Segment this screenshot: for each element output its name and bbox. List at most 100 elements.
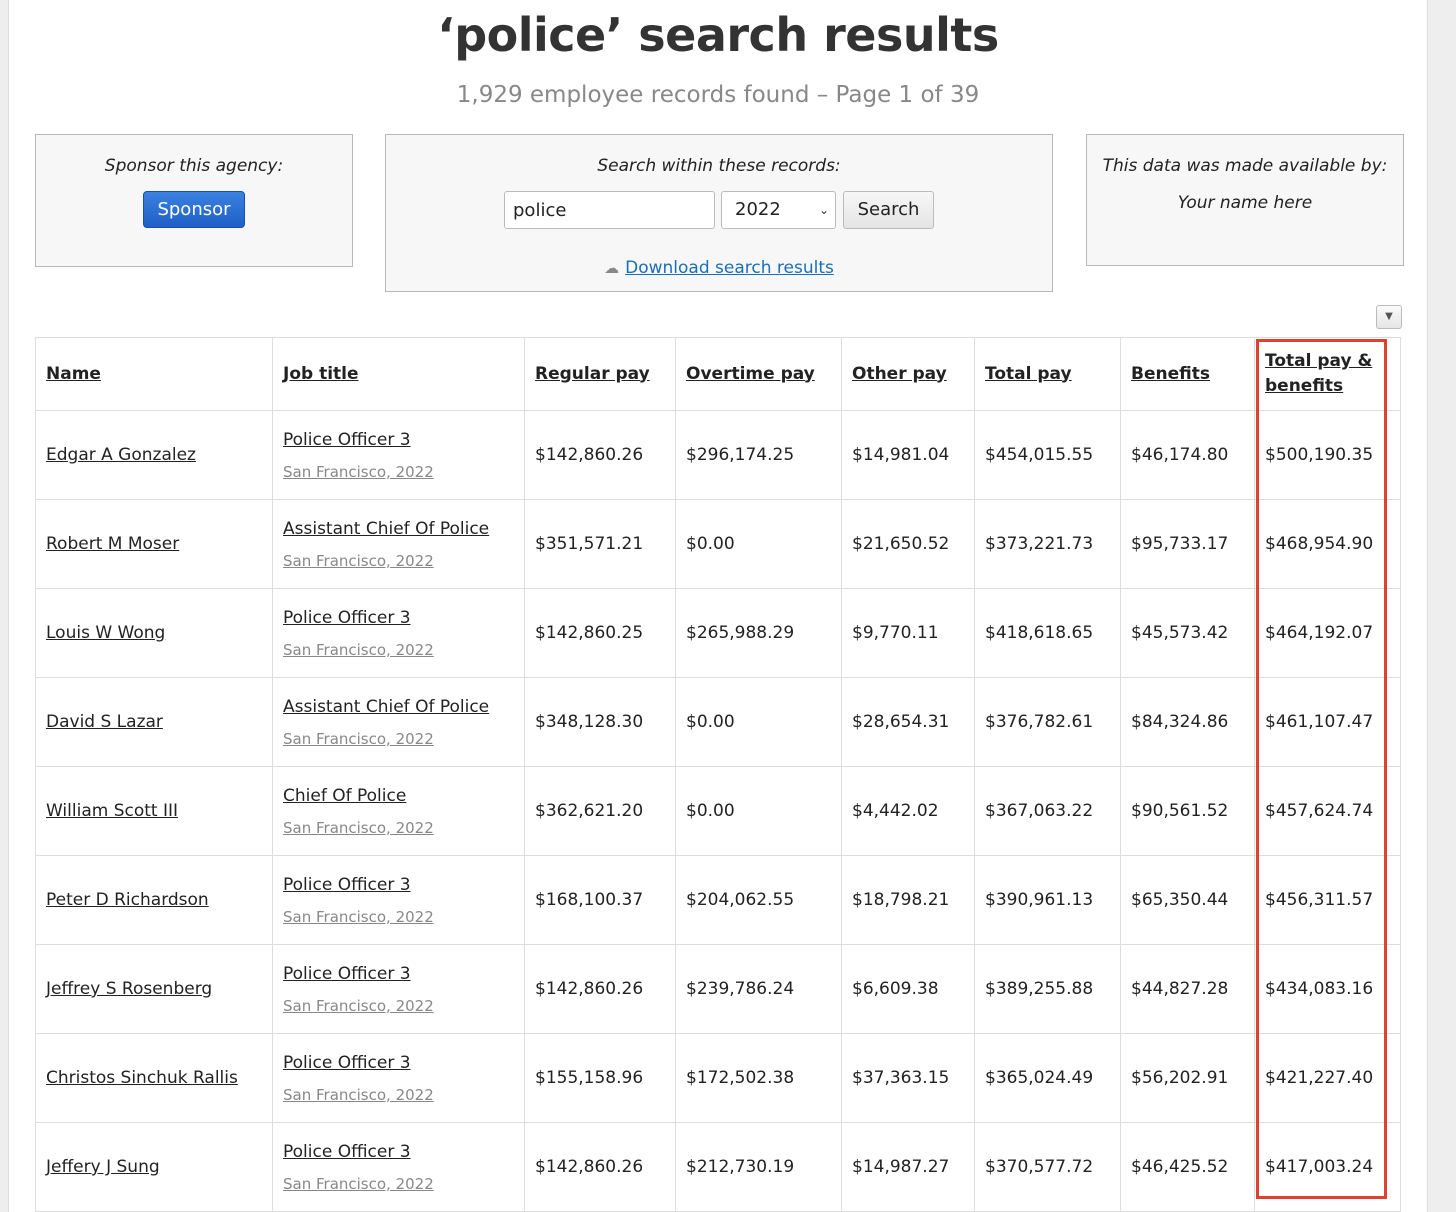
cell-job: Police Officer 3 San Francisco, 2022 bbox=[272, 1122, 525, 1212]
cell-other-pay: $9,770.11 bbox=[841, 588, 975, 678]
agency-year-link[interactable]: San Francisco, 2022 bbox=[283, 730, 514, 748]
cell-overtime-pay: $0.00 bbox=[675, 499, 842, 589]
employee-link[interactable]: Edgar A Gonzalez bbox=[46, 445, 196, 465]
cell-total-pay-benefits: $434,083.16 bbox=[1254, 944, 1401, 1034]
cell-job: Assistant Chief Of Police San Francisco, … bbox=[272, 499, 525, 589]
job-title-link[interactable]: Assistant Chief Of Police bbox=[283, 696, 514, 718]
cell-total-pay: $418,618.65 bbox=[974, 588, 1121, 678]
cell-benefits: $65,350.44 bbox=[1120, 855, 1255, 945]
table-row: Louis W Wong Police Officer 3 San Francis… bbox=[35, 588, 1401, 678]
cell-name: Louis W Wong bbox=[35, 588, 273, 678]
job-title-link[interactable]: Police Officer 3 bbox=[283, 1052, 514, 1074]
cell-name: Edgar A Gonzalez bbox=[35, 410, 273, 500]
sponsor-button[interactable]: Sponsor bbox=[143, 191, 245, 228]
col-header-job-title[interactable]: Job title bbox=[272, 337, 525, 411]
cell-overtime-pay: $212,730.19 bbox=[675, 1122, 842, 1212]
agency-year-link[interactable]: San Francisco, 2022 bbox=[283, 997, 514, 1015]
cell-other-pay: $37,363.15 bbox=[841, 1033, 975, 1123]
credit-panel: This data was made available by: Your na… bbox=[1086, 134, 1404, 266]
job-title-link[interactable]: Assistant Chief Of Police bbox=[283, 518, 514, 540]
cell-benefits: $90,561.52 bbox=[1120, 766, 1255, 856]
cell-overtime-pay: $204,062.55 bbox=[675, 855, 842, 945]
agency-year-link[interactable]: San Francisco, 2022 bbox=[283, 641, 514, 659]
cell-total-pay: $454,015.55 bbox=[974, 410, 1121, 500]
cell-name: Jeffery J Sung bbox=[35, 1122, 273, 1212]
search-button[interactable]: Search bbox=[843, 191, 934, 229]
employee-link[interactable]: Christos Sinchuk Rallis bbox=[46, 1068, 238, 1088]
cell-other-pay: $4,442.02 bbox=[841, 766, 975, 856]
table-header-row: Name Job title Regular pay Overtime pay … bbox=[35, 337, 1401, 411]
job-title-link[interactable]: Chief Of Police bbox=[283, 785, 514, 807]
results-table: Name Job title Regular pay Overtime pay … bbox=[35, 337, 1401, 1212]
cell-job: Chief Of Police San Francisco, 2022 bbox=[272, 766, 525, 856]
cell-job: Assistant Chief Of Police San Francisco, … bbox=[272, 677, 525, 767]
year-select-value: 2022 bbox=[735, 199, 781, 220]
col-header-overtime-pay[interactable]: Overtime pay bbox=[675, 337, 842, 411]
employee-link[interactable]: Peter D Richardson bbox=[46, 890, 209, 910]
cell-overtime-pay: $0.00 bbox=[675, 766, 842, 856]
agency-year-link[interactable]: San Francisco, 2022 bbox=[283, 463, 514, 481]
cell-regular-pay: $142,860.26 bbox=[524, 410, 676, 500]
cell-total-pay: $367,063.22 bbox=[974, 766, 1121, 856]
cell-name: David S Lazar bbox=[35, 677, 273, 767]
job-title-link[interactable]: Police Officer 3 bbox=[283, 607, 514, 629]
cell-benefits: $56,202.91 bbox=[1120, 1033, 1255, 1123]
employee-link[interactable]: William Scott III bbox=[46, 801, 178, 821]
cell-total-pay: $373,221.73 bbox=[974, 499, 1121, 589]
agency-year-link[interactable]: San Francisco, 2022 bbox=[283, 1175, 514, 1193]
cell-overtime-pay: $0.00 bbox=[675, 677, 842, 767]
job-title-link[interactable]: Police Officer 3 bbox=[283, 963, 514, 985]
employee-link[interactable]: Robert M Moser bbox=[46, 534, 179, 554]
credit-name: Your name here bbox=[1177, 193, 1313, 213]
cell-job: Police Officer 3 San Francisco, 2022 bbox=[272, 1033, 525, 1123]
cell-total-pay-benefits: $461,107.47 bbox=[1254, 677, 1401, 767]
caret-down-icon[interactable]: ▼ bbox=[1376, 305, 1402, 329]
cell-other-pay: $14,981.04 bbox=[841, 410, 975, 500]
agency-year-link[interactable]: San Francisco, 2022 bbox=[283, 552, 514, 570]
cell-job: Police Officer 3 San Francisco, 2022 bbox=[272, 410, 525, 500]
job-title-link[interactable]: Police Officer 3 bbox=[283, 1141, 514, 1163]
year-select[interactable]: 2022 ⌄ bbox=[721, 191, 836, 229]
employee-link[interactable]: David S Lazar bbox=[46, 712, 163, 732]
cell-total-pay: $370,577.72 bbox=[974, 1122, 1121, 1212]
cell-name: Peter D Richardson bbox=[35, 855, 273, 945]
agency-year-link[interactable]: San Francisco, 2022 bbox=[283, 819, 514, 837]
cell-other-pay: $6,609.38 bbox=[841, 944, 975, 1034]
job-title-link[interactable]: Police Officer 3 bbox=[283, 874, 514, 896]
cell-regular-pay: $168,100.37 bbox=[524, 855, 676, 945]
cell-total-pay: $390,961.13 bbox=[974, 855, 1121, 945]
cell-benefits: $46,425.52 bbox=[1120, 1122, 1255, 1212]
sponsor-label: Sponsor this agency: bbox=[104, 156, 284, 176]
page: ‘police’ search results 1,929 employee r… bbox=[8, 0, 1428, 1212]
col-header-regular-pay[interactable]: Regular pay bbox=[524, 337, 676, 411]
search-input[interactable] bbox=[504, 191, 715, 229]
cell-name: Jeffrey S Rosenberg bbox=[35, 944, 273, 1034]
search-label: Search within these records: bbox=[597, 156, 841, 176]
job-title-link[interactable]: Police Officer 3 bbox=[283, 429, 514, 451]
col-header-total-pay[interactable]: Total pay bbox=[974, 337, 1121, 411]
cell-other-pay: $18,798.21 bbox=[841, 855, 975, 945]
table-row: Edgar A Gonzalez Police Officer 3 San Fra… bbox=[35, 410, 1401, 500]
results-count: 1,929 employee records found – Page 1 of… bbox=[456, 82, 980, 108]
employee-link[interactable]: Jeffrey S Rosenberg bbox=[46, 979, 212, 999]
cell-regular-pay: $351,571.21 bbox=[524, 499, 676, 589]
cell-total-pay-benefits: $456,311.57 bbox=[1254, 855, 1401, 945]
col-header-name[interactable]: Name bbox=[35, 337, 273, 411]
cell-total-pay: $389,255.88 bbox=[974, 944, 1121, 1034]
employee-link[interactable]: Jeffery J Sung bbox=[46, 1157, 160, 1177]
col-header-total-pay-benefits[interactable]: Total pay & benefits bbox=[1254, 337, 1401, 411]
cell-overtime-pay: $265,988.29 bbox=[675, 588, 842, 678]
agency-year-link[interactable]: San Francisco, 2022 bbox=[283, 908, 514, 926]
cloud-download-icon: ☁ bbox=[604, 259, 620, 277]
col-header-other-pay[interactable]: Other pay bbox=[841, 337, 975, 411]
cell-overtime-pay: $239,786.24 bbox=[675, 944, 842, 1034]
cell-regular-pay: $142,860.25 bbox=[524, 588, 676, 678]
agency-year-link[interactable]: San Francisco, 2022 bbox=[283, 1086, 514, 1104]
col-header-benefits[interactable]: Benefits bbox=[1120, 337, 1255, 411]
employee-link[interactable]: Louis W Wong bbox=[46, 623, 165, 643]
cell-regular-pay: $142,860.26 bbox=[524, 944, 676, 1034]
cell-other-pay: $28,654.31 bbox=[841, 677, 975, 767]
download-link[interactable]: Download search results bbox=[625, 258, 834, 278]
table-row: David S Lazar Assistant Chief Of Police S… bbox=[35, 677, 1401, 767]
cell-job: Police Officer 3 San Francisco, 2022 bbox=[272, 944, 525, 1034]
